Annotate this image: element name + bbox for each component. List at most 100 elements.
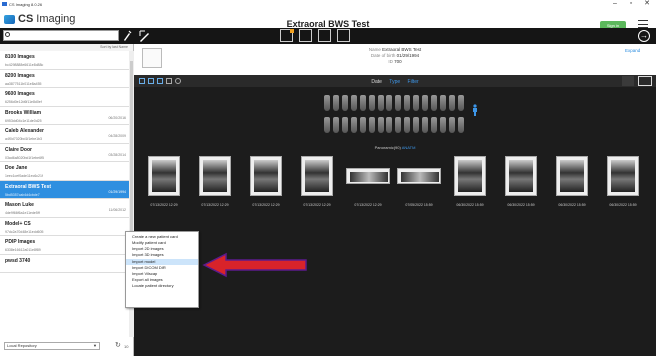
tooth-icon[interactable]: [368, 95, 375, 111]
xray-image[interactable]: [199, 156, 231, 196]
patient-list-item[interactable]: 8100 Images bc4298888e6611e8d88c: [0, 51, 129, 70]
person-icon[interactable]: [471, 104, 479, 116]
image-thumbnail[interactable]: 06/30/2022 15:59: [446, 154, 494, 214]
image-thumbnail[interactable]: 07/13/2022 12:29: [242, 154, 290, 214]
image-thumbnail[interactable]: 07/05/2022 15:59: [395, 154, 443, 214]
next-arrow-icon[interactable]: →: [638, 30, 650, 42]
tooth-icon[interactable]: [324, 117, 330, 133]
repository-select[interactable]: Local Repository ▼: [4, 342, 100, 350]
patient-list-item[interactable]: Brooks William 6953dd04c1e11de0d25 06/20/2…: [0, 107, 129, 125]
tooth-icon[interactable]: [377, 117, 384, 133]
tooth-icon[interactable]: [431, 117, 438, 133]
image-thumbnail[interactable]: 06/30/2022 15:59: [497, 154, 545, 214]
image-thumbnail[interactable]: 06/30/2022 15:59: [599, 154, 647, 214]
tooth-icon[interactable]: [350, 117, 357, 133]
patient-list-item[interactable]: Claire Door 03ad6a8020bd1f1ebe6f5 03/28/20…: [0, 144, 129, 162]
xray-image[interactable]: [607, 156, 639, 196]
tooth-icon[interactable]: [368, 117, 375, 133]
tooth-icon[interactable]: [350, 95, 357, 111]
patient-name: Brooks William: [5, 109, 42, 116]
chevron-down-icon: ▼: [93, 343, 97, 348]
tooth-icon[interactable]: [431, 95, 438, 111]
tooth-icon[interactable]: [341, 117, 348, 133]
tooth-icon[interactable]: [332, 117, 339, 133]
patient-record-id: 1eec1cef0ade11ec6c21f: [5, 174, 43, 178]
tooth-icon[interactable]: [359, 95, 366, 111]
tooth-icon[interactable]: [395, 117, 402, 133]
main-toolbar: →: [0, 28, 656, 44]
tooth-icon[interactable]: [324, 95, 330, 111]
xray-image[interactable]: [397, 168, 441, 184]
patient-list-item[interactable]: Extraoral BWS Test 5bd5357cab4d4cbde7 01/2…: [0, 180, 129, 199]
patient-record-id: 6256d0e12d6f11e8d0ef: [5, 100, 42, 104]
xray-image[interactable]: [148, 156, 180, 196]
xray-image[interactable]: [301, 156, 333, 196]
patient-birthdate: 11/06/2012: [108, 208, 126, 212]
tab-type[interactable]: Type: [389, 79, 400, 85]
patient-list-item[interactable]: pwsd 3740: [0, 255, 129, 273]
xray-image[interactable]: [250, 156, 282, 196]
tooth-icon[interactable]: [341, 95, 348, 111]
patient-list-item[interactable]: 9600 Images 6256d0e12d6f11e8d0ef: [0, 88, 129, 107]
tooth-icon[interactable]: [448, 117, 455, 133]
tooth-icon[interactable]: [413, 117, 420, 133]
patient-list-item[interactable]: Mason Luke 4de9f66f6a1e11ede5ff 11/06/2012: [0, 199, 129, 218]
tooth-icon[interactable]: [359, 117, 366, 133]
tooth-icon[interactable]: [377, 95, 384, 111]
tab-date[interactable]: Date: [371, 79, 382, 85]
tooth-chart-tool-icon[interactable]: [337, 29, 350, 42]
tooth-icon[interactable]: [404, 117, 411, 133]
xray-image[interactable]: [505, 156, 537, 196]
image-thumbnails: 07/13/2022 12:29 07/13/2022 12:29 07/13/20…: [140, 154, 650, 214]
patient-count: 10: [124, 344, 129, 349]
hamburger-menu-icon[interactable]: [638, 20, 648, 28]
patient-name: PDIP Images: [5, 239, 36, 245]
acquisition-tool-icon[interactable]: [318, 29, 331, 42]
maximize-button[interactable]: ▫: [624, 0, 638, 8]
tooth-icon[interactable]: [448, 95, 455, 111]
expand-link[interactable]: Expand: [625, 48, 640, 53]
tooth-icon[interactable]: [386, 117, 393, 133]
tooth-icon[interactable]: [457, 117, 464, 133]
xray-image[interactable]: [556, 156, 588, 196]
xray-image[interactable]: [454, 156, 486, 196]
layout-tool-icon[interactable]: [299, 29, 312, 42]
tooth-icon[interactable]: [332, 95, 339, 111]
tooth-icon[interactable]: [404, 95, 411, 111]
tab-filter[interactable]: Filter: [408, 79, 419, 85]
tooth-icon[interactable]: [457, 95, 464, 111]
patient-list-item[interactable]: 8200 Images aa3877511b011e8a455: [0, 70, 129, 88]
close-button[interactable]: ✕: [640, 0, 654, 8]
context-menu-item[interactable]: Locate patient directory: [126, 283, 198, 289]
patient-search-input[interactable]: [3, 30, 119, 41]
brush-icon[interactable]: [122, 30, 132, 42]
tooth-icon[interactable]: [395, 95, 402, 111]
refresh-icon[interactable]: ↻: [115, 342, 121, 350]
minimize-button[interactable]: –: [608, 0, 622, 8]
image-thumbnail[interactable]: 07/13/2022 12:29: [140, 154, 188, 214]
thumbnail-date: 06/30/2022 15:59: [456, 203, 484, 207]
image-thumbnail[interactable]: 07/13/2022 12:29: [293, 154, 341, 214]
sort-label[interactable]: Sort by last Name: [0, 44, 133, 51]
patient-list-item[interactable]: Doe Jane 1eec1cef0ade11ec6c21f: [0, 162, 129, 181]
patient-list-item[interactable]: Caleb Alexander a4f0d7020bd1f1ebe1b3 04/28…: [0, 125, 129, 144]
draw-icon[interactable]: [139, 30, 151, 42]
patient-list-item[interactable]: Model+ CS 97dc2a70d48e11edd605: [0, 218, 129, 236]
tooth-icon[interactable]: [422, 117, 429, 133]
patient-name: Extraoral BWS Test: [382, 47, 422, 52]
image-thumbnail[interactable]: 07/13/2022 12:29: [344, 154, 392, 214]
image-thumbnail[interactable]: 07/13/2022 12:29: [191, 154, 239, 214]
patient-list-item[interactable]: PDIP Images 6338e16612a011e8f89: [0, 236, 129, 255]
tooth-icon[interactable]: [386, 95, 393, 111]
tooth-icon[interactable]: [422, 95, 429, 111]
camera-icon[interactable]: [622, 76, 634, 86]
image-thumbnail[interactable]: 06/30/2022 15:59: [548, 154, 596, 214]
pano-label-suffix[interactable]: ANATM: [402, 145, 416, 150]
patient-card-tool-icon[interactable]: [280, 29, 294, 42]
tooth-icon[interactable]: [439, 117, 446, 133]
tooth-icon[interactable]: [413, 95, 420, 111]
xray-image[interactable]: [346, 168, 390, 184]
toggle-view-icon[interactable]: [638, 76, 652, 86]
patient-name: Caleb Alexander: [5, 128, 44, 134]
tooth-icon[interactable]: [439, 95, 446, 111]
